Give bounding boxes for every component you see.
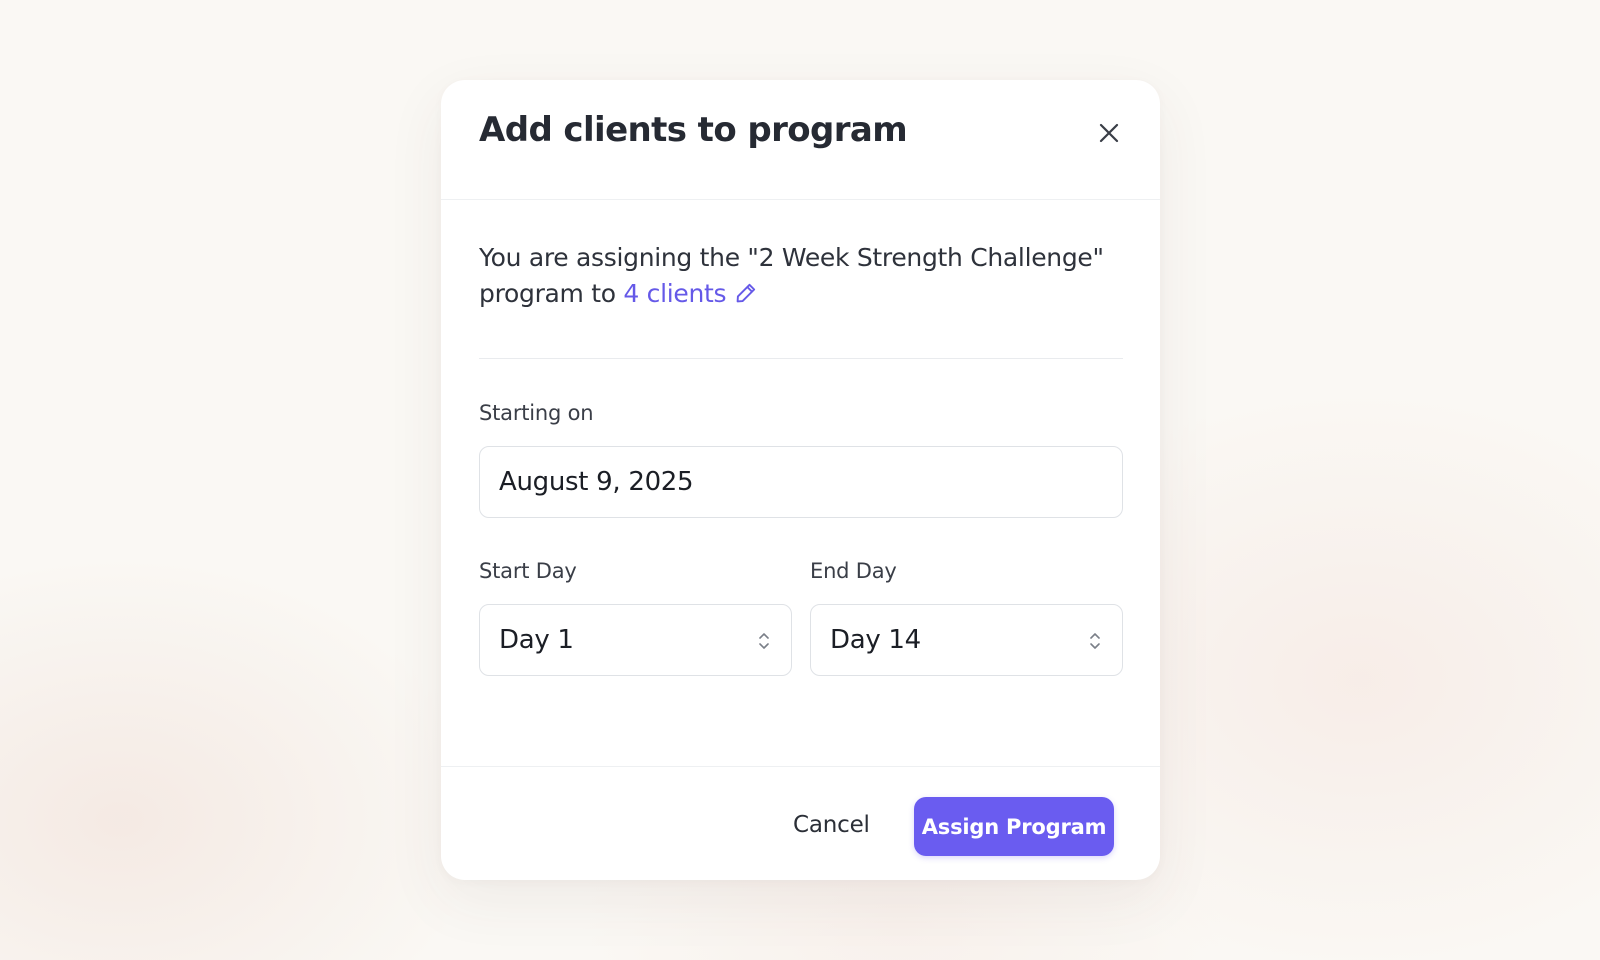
start-day-select[interactable]: Day 1: [479, 604, 792, 676]
add-clients-modal: Add clients to program You are assigning…: [441, 80, 1160, 880]
assign-program-button[interactable]: Assign Program: [914, 797, 1114, 856]
clients-link[interactable]: 4 clients: [623, 279, 726, 308]
modal-footer: Cancel Assign Program: [441, 766, 1160, 880]
starting-on-label: Starting on: [479, 401, 594, 425]
close-button[interactable]: [1092, 116, 1126, 150]
cancel-button[interactable]: Cancel: [783, 797, 880, 853]
start-day-value: Day 1: [499, 625, 574, 655]
close-icon: [1099, 123, 1119, 143]
modal-header: Add clients to program: [441, 80, 1160, 200]
assignment-text: You are assigning the "2 Week Strength C…: [479, 243, 1104, 308]
assignment-description: You are assigning the "2 Week Strength C…: [479, 240, 1119, 315]
chevron-up-down-icon: [1090, 633, 1100, 649]
starting-on-date-field[interactable]: August 9, 2025: [479, 446, 1123, 518]
start-day-label: Start Day: [479, 559, 577, 583]
edit-clients-button[interactable]: [734, 279, 758, 315]
pencil-icon: [736, 283, 756, 303]
starting-on-value: August 9, 2025: [499, 467, 694, 497]
end-day-select[interactable]: Day 14: [810, 604, 1123, 676]
section-divider: [479, 358, 1123, 359]
chevron-up-down-icon: [759, 633, 769, 649]
modal-title: Add clients to program: [479, 110, 908, 150]
end-day-label: End Day: [810, 559, 897, 583]
end-day-value: Day 14: [830, 625, 921, 655]
